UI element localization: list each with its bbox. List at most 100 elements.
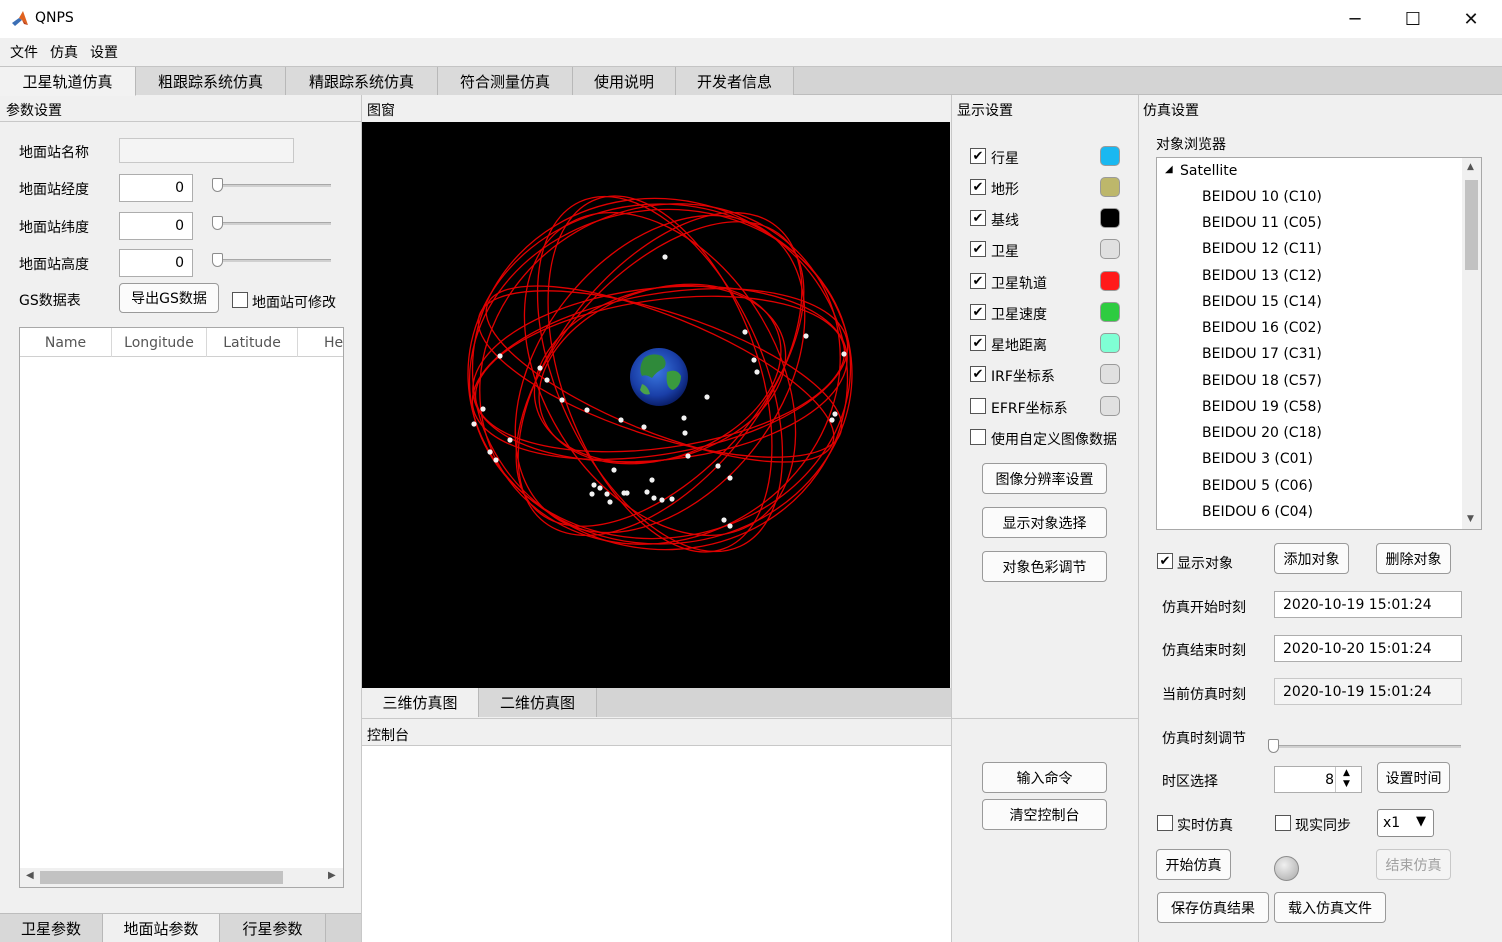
tree-item[interactable]: BEIDOU 18 (C57) — [1202, 373, 1322, 389]
tab-coarse-tracking[interactable]: 粗跟踪系统仿真 — [136, 67, 286, 95]
velocity-color-swatch[interactable] — [1100, 302, 1120, 322]
tree-item[interactable]: BEIDOU 15 (C14) — [1202, 294, 1322, 310]
satellite-color-swatch[interactable] — [1100, 239, 1120, 259]
show-terrain-checkbox[interactable]: ✔ — [970, 179, 986, 195]
spinner-buttons[interactable]: ▲ ▼ — [1335, 767, 1361, 792]
maximize-button[interactable]: ☐ — [1384, 0, 1442, 38]
tab-2d-sim[interactable]: 二维仿真图 — [479, 688, 597, 717]
tab-fine-tracking[interactable]: 精跟踪系统仿真 — [286, 67, 438, 95]
tree-item[interactable]: BEIDOU 11 (C05) — [1202, 215, 1322, 231]
latitude-input[interactable]: 0 — [119, 212, 193, 240]
input-command-button[interactable]: 输入命令 — [982, 762, 1107, 793]
tree-item[interactable]: BEIDOU 16 (C02) — [1202, 320, 1322, 336]
menu-simulation[interactable]: 仿真 — [50, 42, 78, 62]
tree-item[interactable]: BEIDOU 6 (C04) — [1202, 504, 1313, 520]
vertical-scrollbar[interactable]: ▲ ▼ — [1462, 158, 1481, 529]
clear-console-button[interactable]: 清空控制台 — [982, 799, 1107, 830]
show-velocity-checkbox[interactable]: ✔ — [970, 304, 986, 320]
object-browser-tree[interactable]: ◢ Satellite BEIDOU 10 (C10) BEIDOU 11 (C… — [1156, 157, 1482, 530]
tree-item[interactable]: BEIDOU 5 (C06) — [1202, 478, 1313, 494]
tree-item[interactable]: BEIDOU 13 (C12) — [1202, 268, 1322, 284]
console-output[interactable] — [362, 745, 951, 942]
show-planet-checkbox[interactable]: ✔ — [970, 148, 986, 164]
orbit-color-swatch[interactable] — [1100, 271, 1120, 291]
latitude-slider-thumb[interactable] — [212, 216, 223, 230]
time-adjust-slider-track[interactable] — [1270, 745, 1461, 748]
tab-developer[interactable]: 开发者信息 — [676, 67, 794, 95]
tree-item[interactable]: BEIDOU 10 (C10) — [1202, 189, 1322, 205]
close-button[interactable]: ✕ — [1442, 0, 1500, 38]
speed-dropdown[interactable]: x1 ▼ — [1377, 809, 1434, 837]
column-header-longitude[interactable]: Longitude — [112, 328, 207, 357]
menu-settings[interactable]: 设置 — [90, 42, 118, 62]
show-irf-checkbox[interactable]: ✔ — [970, 366, 986, 382]
show-object-checkbox[interactable]: ✔ — [1157, 553, 1173, 569]
tab-coincidence[interactable]: 符合测量仿真 — [438, 67, 573, 95]
end-time-input[interactable]: 2020-10-20 15:01:24 — [1274, 635, 1462, 662]
scroll-right-icon[interactable]: ▶ — [328, 870, 336, 881]
tree-item[interactable]: BEIDOU 20 (C18) — [1202, 425, 1322, 441]
longitude-input[interactable]: 0 — [119, 174, 193, 202]
altitude-input[interactable]: 0 — [119, 249, 193, 277]
tree-item[interactable]: BEIDOU 12 (C11) — [1202, 241, 1322, 257]
altitude-slider-thumb[interactable] — [212, 253, 223, 267]
image-resolution-button[interactable]: 图像分辨率设置 — [982, 463, 1107, 494]
spinner-down-icon[interactable]: ▼ — [1343, 779, 1350, 789]
minimize-button[interactable]: ─ — [1326, 0, 1384, 38]
column-header-name[interactable]: Name — [20, 328, 112, 357]
tree-item[interactable]: BEIDOU 17 (C31) — [1202, 346, 1322, 362]
menu-file[interactable]: 文件 — [10, 42, 38, 62]
save-results-button[interactable]: 保存仿真结果 — [1157, 892, 1269, 923]
longitude-slider-thumb[interactable] — [212, 178, 223, 192]
distance-color-swatch[interactable] — [1100, 333, 1120, 353]
horizontal-scrollbar[interactable]: ◀ ▶ — [20, 868, 343, 887]
custom-image-checkbox[interactable] — [970, 429, 986, 445]
tab-satellite-params[interactable]: 卫星参数 — [0, 914, 103, 942]
column-header-height[interactable]: He — [298, 328, 343, 357]
station-name-input[interactable] — [119, 138, 294, 163]
scroll-down-icon[interactable]: ▼ — [1467, 514, 1474, 524]
scrollbar-thumb[interactable] — [1465, 180, 1478, 270]
tab-manual[interactable]: 使用说明 — [573, 67, 676, 95]
baseline-color-swatch[interactable] — [1100, 208, 1120, 228]
scrollbar-thumb[interactable] — [40, 871, 283, 884]
stop-sim-button[interactable]: 结束仿真 — [1376, 849, 1451, 880]
object-color-button[interactable]: 对象色彩调节 — [982, 551, 1107, 582]
realsync-checkbox[interactable] — [1275, 815, 1291, 831]
tree-item[interactable]: BEIDOU 19 (C58) — [1202, 399, 1322, 415]
time-adjust-slider-thumb[interactable] — [1268, 739, 1279, 753]
show-efrf-checkbox[interactable] — [970, 398, 986, 414]
spinner-up-icon[interactable]: ▲ — [1343, 768, 1350, 778]
export-gs-button[interactable]: 导出GS数据 — [119, 283, 219, 313]
tab-station-params[interactable]: 地面站参数 — [103, 914, 220, 942]
display-object-select-button[interactable]: 显示对象选择 — [982, 507, 1107, 538]
terrain-color-swatch[interactable] — [1100, 177, 1120, 197]
column-header-latitude[interactable]: Latitude — [207, 328, 298, 357]
show-satellite-checkbox[interactable]: ✔ — [970, 241, 986, 257]
figure-canvas[interactable] — [362, 122, 950, 688]
tree-root-satellite[interactable]: Satellite — [1180, 163, 1237, 179]
tab-3d-sim[interactable]: 三维仿真图 — [362, 688, 479, 717]
scroll-up-icon[interactable]: ▲ — [1467, 162, 1474, 172]
show-orbit-checkbox[interactable]: ✔ — [970, 273, 986, 289]
start-sim-button[interactable]: 开始仿真 — [1156, 849, 1231, 880]
tree-item[interactable]: BEIDOU 3 (C01) — [1202, 451, 1313, 467]
show-distance-checkbox[interactable]: ✔ — [970, 335, 986, 351]
delete-object-button[interactable]: 删除对象 — [1376, 543, 1451, 574]
load-file-button[interactable]: 载入仿真文件 — [1274, 892, 1386, 923]
set-time-button[interactable]: 设置时间 — [1377, 762, 1450, 793]
latitude-slider-track[interactable] — [213, 222, 331, 225]
gs-data-table[interactable]: Name Longitude Latitude He ◀ ▶ — [19, 327, 344, 888]
collapse-arrow-icon[interactable]: ◢ — [1165, 164, 1173, 175]
show-baseline-checkbox[interactable]: ✔ — [970, 210, 986, 226]
scroll-left-icon[interactable]: ◀ — [26, 870, 34, 881]
start-time-input[interactable]: 2020-10-19 15:01:24 — [1274, 591, 1462, 618]
planet-color-swatch[interactable] — [1100, 146, 1120, 166]
longitude-slider-track[interactable] — [213, 184, 331, 187]
tab-planet-params[interactable]: 行星参数 — [220, 914, 326, 942]
irf-color-swatch[interactable] — [1100, 364, 1120, 384]
tab-orbit-sim[interactable]: 卫星轨道仿真 — [0, 67, 136, 96]
efrf-color-swatch[interactable] — [1100, 396, 1120, 416]
realtime-checkbox[interactable] — [1157, 815, 1173, 831]
add-object-button[interactable]: 添加对象 — [1274, 543, 1349, 574]
